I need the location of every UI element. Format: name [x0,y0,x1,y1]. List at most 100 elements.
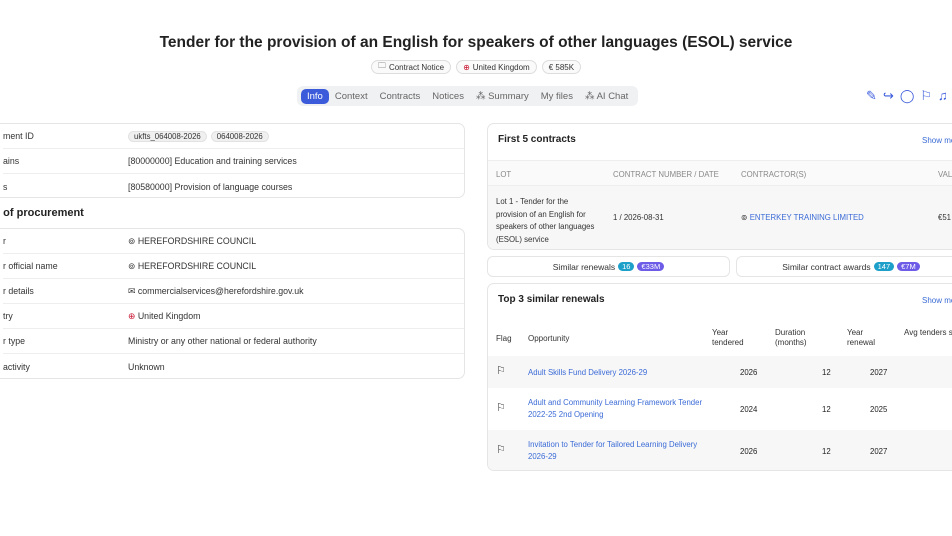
id-chip[interactable]: ukfts_064008-2026 [128,130,207,142]
column-header: Duration (months) [775,328,807,347]
duration-cell: 12 [822,368,831,377]
tab-context[interactable]: Context [329,89,374,104]
flag-icon[interactable]: ⚐ [920,88,932,104]
link-text: HEREFORDSHIRE COUNCIL [137,235,257,246]
similar-awards-button[interactable]: Similar contract awards 147 €7M [736,256,952,277]
similar-renewals-button[interactable]: Similar renewals 16 €33M [487,256,730,277]
table-row[interactable]: ⚐ Adult and Community Learning Framework… [488,388,952,430]
info-row: s [80580000] Provision of language course… [3,174,464,197]
identifiers-card: ment ID ukfts_064008-2026 064008-2026 ains… [0,123,465,198]
buyer-link[interactable]: ⊚ HEREFORDSHIRE COUNCIL [128,236,256,247]
link-text: ENTERKEY TRAINING LIMITED [749,213,864,222]
info-row: try ⊕ United Kingdom [3,304,464,329]
value-badge: €33M [637,262,665,271]
table-row[interactable]: ⚐ Adult Skills Fund Delivery 2026-29 202… [488,356,952,388]
header-pills: 🗀 Contract Notice ⊕ United Kingdom € 585K [0,60,952,74]
contracts-card: First 5 contracts Show mo LOT CONTRACT N… [487,123,952,250]
procurement-card: r ⊚ HEREFORDSHIRE COUNCIL r official name… [0,228,465,379]
column-header: CONTRACTOR(S) [741,170,807,179]
value-badge: €7M [897,262,920,271]
cpv-link[interactable]: [80000000] Education and training servic… [128,156,297,166]
table-header: Flag Opportunity Year tendered Duration … [488,320,952,356]
row-key: ment ID [3,131,34,141]
contractor-link[interactable]: ⊚ ENTERKEY TRAINING LIMITED [741,213,864,222]
number-cell: 1 / 2026-08-31 [613,213,664,222]
flag-icon[interactable]: ⚐ [496,364,506,377]
tab-my-files[interactable]: My files [535,89,579,104]
count-badge: 16 [618,262,635,271]
renewal-cell: 2025 [870,405,888,414]
table-row[interactable]: ⚐ Invitation to Tender for Tailored Lear… [488,430,952,470]
org-icon: ⊚ [741,213,750,222]
info-row: r official name ⊚ HEREFORDSHIRE COUNCIL [3,254,464,279]
opportunity-link[interactable]: Adult Skills Fund Delivery 2026-29 [528,368,647,377]
tab-notices[interactable]: Notices [426,89,470,104]
mail-icon: ✉ [128,285,138,296]
table-row[interactable]: Lot 1 - Tender for the provision of an E… [488,186,952,249]
year-cell: 2026 [740,447,758,456]
comment-icon[interactable]: ◯ [900,88,915,104]
tab-ai-chat[interactable]: ⁂ AI Chat [579,89,634,104]
row-key: r [3,236,6,246]
uk-flag-icon: ⊕ [463,62,470,72]
opportunity-link[interactable]: Invitation to Tender for Tailored Learni… [528,439,708,463]
row-key: r details [3,286,34,296]
show-more-link[interactable]: Show mo [922,136,952,145]
tab-info[interactable]: Info [301,88,329,104]
org-icon: ⊚ [128,235,138,246]
column-header: CONTRACT NUMBER / DATE [613,170,719,179]
org-icon: ⊚ [128,260,138,271]
opportunity-link[interactable]: Adult and Community Learning Framework T… [528,397,708,421]
button-label: Similar renewals [552,261,616,272]
row-key: ains [3,156,20,166]
edit-icon[interactable]: ✎ [866,88,877,104]
value-pill[interactable]: € 585K [541,60,582,74]
notice-type-pill[interactable]: 🗀 Contract Notice [370,60,452,74]
year-cell: 2026 [740,368,758,377]
page: Tender for the provision of an English f… [0,0,952,536]
info-row: activity Unknown [3,354,464,378]
info-row: r type Ministry or any other national or … [3,329,464,354]
bell-icon[interactable]: ♫ [938,88,948,104]
flag-icon[interactable]: ⚐ [496,401,506,414]
info-row: r ⊚ HEREFORDSHIRE COUNCIL [3,229,464,254]
tab-summary[interactable]: ⁂ Summary [470,89,535,104]
tab-contracts[interactable]: Contracts [374,89,427,104]
row-key: r official name [3,261,58,271]
renewal-cell: 2027 [870,368,888,377]
sparkle-icon: ⁂ [584,90,597,102]
folder-icon: 🗀 [377,61,386,70]
renewals-title: Top 3 similar renewals [498,294,605,305]
buyer-type-value: Ministry or any other national or federa… [128,336,317,346]
column-header: LOT [496,170,512,179]
link-text: HEREFORDSHIRE COUNCIL [137,260,257,271]
duration-cell: 12 [822,447,831,456]
column-header: Flag [496,334,512,343]
row-key: activity [3,361,30,372]
lot-cell: Lot 1 - Tender for the provision of an E… [496,197,595,244]
activity-value: Unknown [128,361,165,372]
show-more-link[interactable]: Show mo [922,296,952,305]
contracts-title: First 5 contracts [498,134,576,145]
renewals-card: Top 3 similar renewals Show mo Flag Oppo… [487,283,952,471]
row-key: try [3,311,13,321]
pill-label: Contract Notice [388,62,445,72]
buyer-official-link[interactable]: ⊚ HEREFORDSHIRE COUNCIL [128,261,256,272]
cpv-link[interactable]: [80580000] Provision of language courses [128,182,292,192]
sparkle-icon: ⁂ [475,90,489,102]
column-header: Year renewal [847,328,876,347]
column-header: Avg tenders submitted [904,328,952,337]
country-pill[interactable]: ⊕ United Kingdom [456,60,537,74]
pill-label: United Kingdom [472,62,530,72]
value-cell: €51 [938,213,952,222]
flag-icon[interactable]: ⚐ [496,443,506,456]
id-chip[interactable]: 064008-2026 [210,130,269,142]
share-icon[interactable]: ↪ [883,88,894,104]
row-key: s [3,181,8,192]
renewal-cell: 2027 [870,447,888,456]
uk-flag-icon: ⊕ [128,310,138,321]
email-link[interactable]: ✉ commercialservices@herefordshire.gov.u… [128,286,304,297]
info-row: ains [80000000] Education and training se… [3,149,464,174]
toolbar: ✎ ↪ ◯ ⚐ ♫ [866,88,948,104]
year-cell: 2024 [740,405,758,414]
